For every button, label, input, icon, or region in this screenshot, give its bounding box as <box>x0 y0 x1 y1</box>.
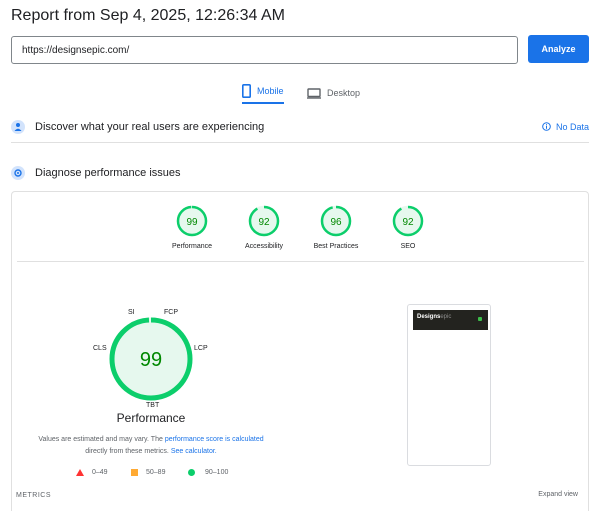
no-data-label: No Data <box>555 121 589 132</box>
performance-gauge: 99 SI FCP LCP CLS TBT <box>93 304 208 414</box>
note-middle: directly from these metrics. <box>85 448 169 455</box>
score-label: Accessibility <box>244 243 284 250</box>
metric-fcp-label: FCP <box>164 309 178 316</box>
triangle-fail-icon <box>76 469 84 476</box>
site-logo: Designsepic <box>417 314 451 320</box>
score-gauge-seo[interactable]: 92 SEO <box>373 205 443 250</box>
tab-desktop[interactable]: Desktop <box>307 82 360 104</box>
tab-desktop-label: Desktop <box>327 88 361 98</box>
square-average-icon <box>131 469 138 476</box>
score-gauge-best-practices[interactable]: 96 Best Practices <box>301 205 371 250</box>
legend-pass-range: 90–100 <box>205 469 229 476</box>
diagnose-panel: 99 Performance 92 Accessibility 96 Best … <box>11 191 589 511</box>
score-ring: 92 <box>248 205 280 237</box>
real-users-section: Discover what your real users are experi… <box>11 111 589 143</box>
url-input[interactable] <box>11 36 518 64</box>
menu-icon <box>478 317 482 321</box>
circle-pass-icon <box>188 469 195 476</box>
score-calculated-link[interactable]: performance score is calculated <box>165 436 264 443</box>
score-value: 92 <box>402 217 414 228</box>
score-gauge-accessibility[interactable]: 92 Accessibility <box>229 205 299 250</box>
diagnose-section: Diagnose performance issues <box>11 157 589 189</box>
users-experience-icon <box>11 119 25 134</box>
metric-tbt-label: TBT <box>146 402 160 409</box>
score-ring: 92 <box>392 205 424 237</box>
desktop-monitor-icon <box>307 87 321 99</box>
score-label: Best Practices <box>313 243 359 250</box>
score-label: SEO <box>400 243 416 250</box>
performance-note: Values are estimated and may vary. The p… <box>12 434 290 458</box>
legend-fail: 0–49 <box>76 469 108 476</box>
metric-si-label: SI <box>128 309 135 316</box>
page-screenshot: Designsepic <box>407 304 491 466</box>
score-ring: 96 <box>320 205 352 237</box>
diagnose-icon <box>11 166 25 180</box>
score-value: 96 <box>330 217 342 228</box>
mobile-phone-icon <box>242 84 251 98</box>
performance-ring: 99 <box>109 317 193 401</box>
site-header: Designsepic <box>413 310 488 330</box>
score-ring: 99 <box>176 205 208 237</box>
tab-mobile-label: Mobile <box>257 86 284 96</box>
metrics-heading: METRICS <box>16 492 51 499</box>
score-value: 92 <box>258 217 270 228</box>
logo-accent: epic <box>440 314 452 320</box>
score-gauge-performance[interactable]: 99 Performance <box>157 205 227 250</box>
metric-lcp-label: LCP <box>194 345 208 352</box>
score-value: 99 <box>186 217 198 228</box>
score-label: Performance <box>171 243 213 250</box>
legend-pass: 90–100 <box>188 469 228 476</box>
tab-mobile[interactable]: Mobile <box>242 82 284 104</box>
report-title: Report from Sep 4, 2025, 12:26:34 AM <box>11 7 285 24</box>
diagnose-title: Diagnose performance issues <box>35 167 181 179</box>
real-users-title: Discover what your real users are experi… <box>35 120 265 133</box>
performance-title: Performance <box>116 411 186 425</box>
info-icon <box>542 122 551 131</box>
expand-view-link[interactable]: Expand view <box>538 491 578 498</box>
see-calculator-link[interactable]: See calculator. <box>171 448 217 455</box>
metric-cls-label: CLS <box>93 345 107 352</box>
legend-fail-range: 0–49 <box>92 469 108 476</box>
divider <box>17 261 584 262</box>
performance-score: 99 <box>140 349 162 371</box>
note-prefix: Values are estimated and may vary. The <box>38 436 163 443</box>
logo-main: Designs <box>417 314 441 320</box>
no-data-link[interactable]: No Data <box>542 122 589 132</box>
analyze-button[interactable]: Analyze <box>528 35 589 63</box>
legend-average: 50–89 <box>131 469 165 476</box>
legend-average-range: 50–89 <box>146 469 166 476</box>
